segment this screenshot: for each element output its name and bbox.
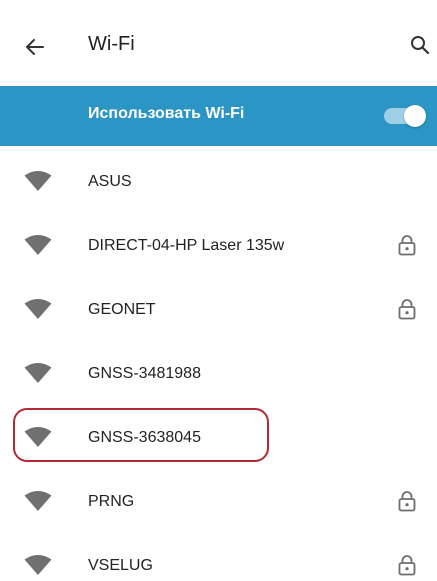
network-row[interactable]: GEONET <box>0 278 437 342</box>
network-row[interactable]: DIRECT-04-HP Laser 135w <box>0 214 437 278</box>
wifi-signal-icon <box>24 171 52 191</box>
network-name: VSELUG <box>88 557 153 574</box>
network-row[interactable]: ASUS <box>0 150 437 214</box>
back-button[interactable] <box>22 34 48 60</box>
network-name: GNSS-3481988 <box>88 365 201 382</box>
wifi-signal-icon <box>24 555 52 575</box>
wifi-signal-icon <box>24 299 52 319</box>
app-bar: Wi-Fi <box>0 0 437 80</box>
network-row[interactable]: PRNG <box>0 470 437 534</box>
network-row[interactable]: VSELUG <box>0 534 437 581</box>
switch-thumb <box>404 105 426 127</box>
network-row[interactable]: GNSS-3481988 <box>0 342 437 406</box>
search-icon <box>411 36 430 55</box>
lock-icon <box>398 235 416 256</box>
network-list: ASUS DIRECT-04-HP Laser 135w GEONET GNSS-34… <box>0 150 437 581</box>
search-button[interactable] <box>409 34 431 56</box>
page-title: Wi-Fi <box>88 33 135 55</box>
wifi-signal-icon <box>24 235 52 255</box>
highlight-annotation <box>13 408 269 462</box>
use-wifi-label: Использовать Wi-Fi <box>88 105 245 122</box>
wifi-signal-icon <box>24 363 52 383</box>
network-name: PRNG <box>88 493 135 510</box>
wifi-switch[interactable] <box>384 105 426 127</box>
network-name: GEONET <box>88 301 156 318</box>
network-name: ASUS <box>88 173 132 190</box>
lock-icon <box>398 555 416 576</box>
wifi-settings-screen: Wi-Fi Использовать Wi-Fi ASUS DIRECT-04-H… <box>0 0 437 581</box>
lock-icon <box>398 491 416 512</box>
wifi-signal-icon <box>24 491 52 511</box>
arrow-left-icon <box>26 39 44 55</box>
network-name: DIRECT-04-HP Laser 135w <box>88 237 285 254</box>
use-wifi-toggle-row[interactable]: Использовать Wi-Fi <box>0 86 437 146</box>
lock-icon <box>398 299 416 320</box>
